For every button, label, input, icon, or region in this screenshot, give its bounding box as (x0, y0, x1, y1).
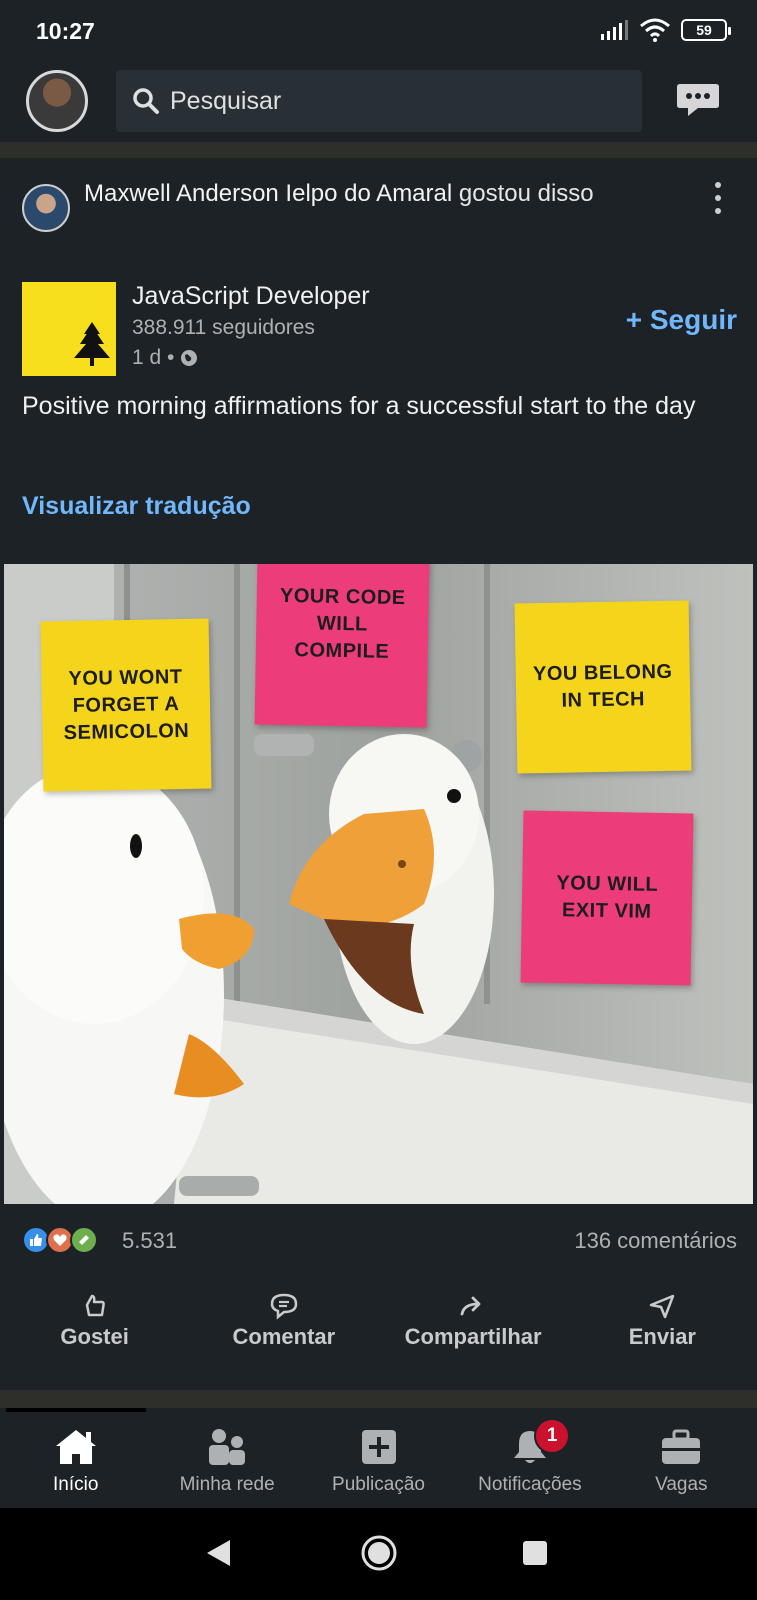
post-menu-icon[interactable] (712, 182, 724, 214)
feed-divider-bottom (0, 1390, 757, 1408)
status-icons: 59 (599, 18, 731, 42)
add-post-icon (361, 1430, 396, 1464)
sticky-note-semicolon: YOU WONT FORGET A SEMICOLON (40, 618, 212, 792)
nav-home[interactable]: Início (0, 1408, 151, 1508)
nav-jobs[interactable]: Vagas (606, 1408, 757, 1508)
comment-icon (270, 1293, 298, 1320)
reactions-count[interactable]: 5.531 (122, 1228, 177, 1254)
briefcase-icon (662, 1429, 701, 1464)
system-navigation-bar (0, 1508, 757, 1600)
sticky-note-compile: YOUR CODE WILL COMPILE (254, 564, 430, 728)
thumbs-up-icon (85, 1294, 105, 1317)
post-timestamp: 1 d • (132, 346, 198, 370)
status-time: 10:27 (36, 18, 95, 44)
nav-jobs-label: Vagas (655, 1474, 708, 1495)
messaging-icon[interactable] (676, 82, 720, 118)
search-icon (133, 88, 159, 114)
profile-avatar[interactable] (26, 70, 88, 132)
nav-network[interactable]: Minha rede (151, 1408, 302, 1508)
network-icon (209, 1429, 246, 1465)
nav-home-label: Início (52, 1474, 99, 1495)
company-logo[interactable] (22, 282, 116, 376)
share-icon (460, 1296, 481, 1316)
actor-followers: 388.911 seguidores (132, 316, 315, 339)
post-action-bar: Gostei Comentar Compartilhar Enviar (0, 1278, 757, 1364)
wifi-icon (640, 18, 670, 42)
bottom-navigation: Início Minha rede Publicação 1 Notificaç… (0, 1408, 757, 1508)
reaction-icons (22, 1226, 98, 1254)
follow-button[interactable]: + Seguir (626, 304, 737, 336)
search-placeholder: Pesquisar (170, 86, 282, 115)
battery-indicator: 59 (681, 19, 731, 41)
nav-notifications[interactable]: 1 Notificações (454, 1408, 605, 1508)
post-time-text: 1 d • (132, 346, 175, 369)
liked-suffix: gostou disso (458, 180, 594, 207)
support-reaction-icon (70, 1226, 98, 1254)
translate-link[interactable]: Visualizar tradução (22, 492, 251, 521)
feed-post: Maxwell Anderson Ielpo do Amaral gostou … (0, 158, 757, 1390)
post-text: Positive morning affirmations for a succ… (22, 392, 696, 420)
recents-icon[interactable] (522, 1540, 548, 1566)
share-label: Compartilhar (404, 1324, 542, 1349)
send-button[interactable]: Enviar (568, 1278, 757, 1364)
liker-name[interactable]: Maxwell Anderson Ielpo do Amaral (84, 180, 452, 207)
tree-icon (74, 322, 110, 366)
sticky-note-belong: YOU BELONG IN TECH (514, 600, 692, 774)
liker-avatar[interactable] (22, 184, 70, 232)
send-icon (650, 1294, 675, 1319)
send-label: Enviar (628, 1324, 696, 1349)
sticky-note-vim: YOU WILL EXIT VIM (520, 810, 694, 986)
post-actor: JavaScript Developer 388.911 seguidores … (22, 282, 737, 378)
like-button[interactable]: Gostei (0, 1278, 189, 1364)
like-label: Gostei (60, 1324, 129, 1349)
globe-icon (181, 350, 198, 366)
social-context-text: Maxwell Anderson Ielpo do Amaral gostou … (84, 178, 594, 232)
status-bar: 10:27 59 (0, 0, 757, 62)
top-bar: Pesquisar (0, 62, 757, 142)
nav-post[interactable]: Publicação (303, 1408, 454, 1508)
nav-notifications-label: Notificações (478, 1474, 582, 1495)
home-circle-icon[interactable] (360, 1534, 398, 1572)
feed-divider (0, 142, 757, 158)
signal-icon (601, 20, 628, 40)
social-context: Maxwell Anderson Ielpo do Amaral gostou … (22, 178, 702, 232)
notifications-badge: 1 (534, 1418, 571, 1454)
actor-name[interactable]: JavaScript Developer (132, 282, 370, 311)
social-counts[interactable]: 5.531 136 comentários (22, 1224, 737, 1260)
nav-network-label: Minha rede (179, 1474, 275, 1495)
comment-label: Comentar (232, 1324, 336, 1349)
comment-button[interactable]: Comentar (189, 1278, 378, 1364)
share-button[interactable]: Compartilhar (379, 1278, 568, 1364)
nav-post-label: Publicação (332, 1474, 425, 1495)
comments-count[interactable]: 136 comentários (574, 1228, 737, 1254)
home-icon (55, 1430, 96, 1464)
post-image[interactable]: YOU WONT FORGET A SEMICOLON YOUR CODE WI… (4, 564, 753, 1204)
back-icon[interactable] (204, 1538, 232, 1568)
search-input[interactable]: Pesquisar (116, 70, 642, 132)
